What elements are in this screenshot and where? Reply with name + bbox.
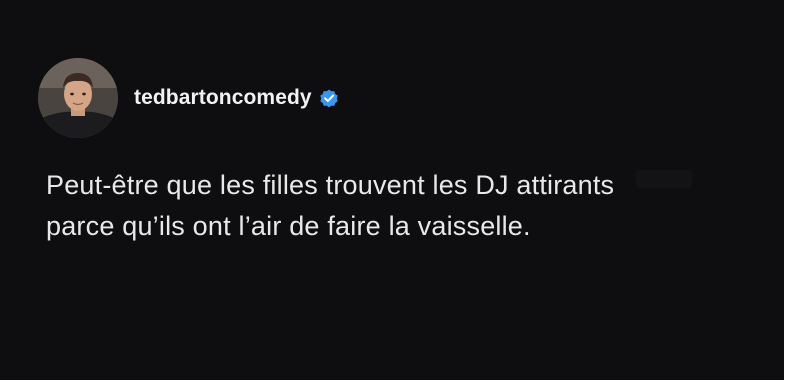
blurred-area (636, 170, 692, 188)
username[interactable]: tedbartoncomedy (134, 86, 312, 110)
avatar[interactable] (38, 58, 118, 138)
post-card: tedbartoncomedy Peut-être que les filles… (0, 0, 784, 380)
username-row: tedbartoncomedy (134, 86, 340, 110)
avatar-image (38, 58, 118, 138)
post-header: tedbartoncomedy (38, 58, 340, 138)
post-text: Peut-être que les filles trouvent les DJ… (46, 170, 615, 241)
verified-badge-icon (318, 87, 340, 109)
